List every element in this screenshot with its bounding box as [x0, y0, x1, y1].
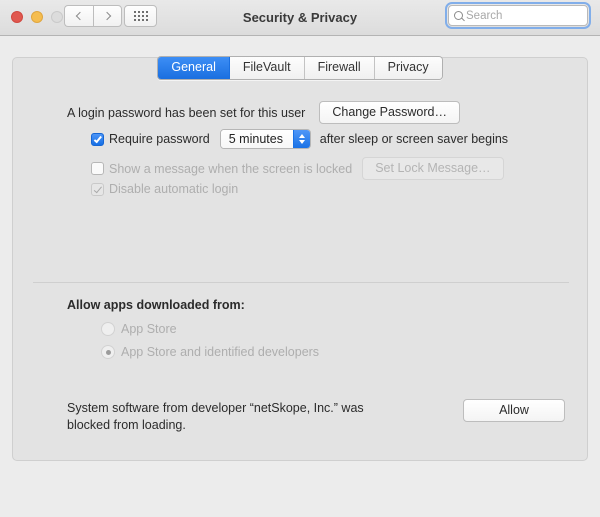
search-icon — [454, 11, 463, 20]
tab-strip: General FileVault Firewall Privacy — [157, 56, 443, 80]
show-lock-message-checkbox — [91, 162, 104, 175]
show-lock-message-label: Show a message when the screen is locked — [109, 161, 353, 176]
allow-apps-option-app-store: App Store — [101, 322, 177, 336]
tab-filevault[interactable]: FileVault — [229, 57, 305, 79]
require-password-delay-popup[interactable]: 5 minutes — [219, 129, 311, 149]
radio-selected-dot-icon — [105, 349, 111, 355]
login-password-label: A login password has been set for this u… — [67, 105, 306, 120]
blocked-software-message: System software from developer “netSkope… — [67, 401, 364, 432]
disable-auto-login-checkbox — [91, 182, 104, 196]
tab-bar: General FileVault Firewall Privacy — [0, 56, 600, 80]
allow-apps-heading-row: Allow apps downloaded from: — [67, 298, 245, 312]
section-divider — [33, 282, 569, 283]
radio-app-store — [101, 322, 115, 336]
search-input[interactable] — [466, 9, 581, 22]
window-titlebar: Security & Privacy — [0, 0, 600, 36]
radio-app-store-label: App Store — [121, 322, 177, 336]
require-password-delay-value: 5 minutes — [220, 130, 293, 148]
tab-general[interactable]: General — [158, 57, 230, 79]
tab-firewall[interactable]: Firewall — [304, 57, 375, 79]
require-password-suffix-label: after sleep or screen saver begins — [319, 132, 509, 146]
allow-apps-option-identified-developers: App Store and identified developers — [101, 345, 319, 359]
show-lock-message-row: Show a message when the screen is locked… — [91, 157, 504, 180]
security-privacy-window: Security & Privacy General FileVault Fir… — [0, 0, 600, 517]
popup-arrows-icon — [292, 130, 310, 148]
allow-button[interactable]: Allow — [463, 399, 565, 422]
require-password-checkbox[interactable] — [91, 132, 104, 146]
tab-privacy[interactable]: Privacy — [374, 57, 442, 79]
change-password-button[interactable]: Change Password… — [319, 101, 460, 124]
radio-identified-developers-label: App Store and identified developers — [121, 345, 320, 359]
require-password-label: Require password — [109, 132, 210, 146]
allow-apps-heading: Allow apps downloaded from: — [67, 298, 245, 312]
search-field-container — [445, 2, 591, 29]
search-field[interactable] — [448, 5, 588, 26]
set-lock-message-button: Set Lock Message… — [362, 157, 504, 180]
checkmark-icon — [93, 134, 102, 143]
disable-auto-login-label: Disable automatic login — [109, 182, 239, 196]
general-pane: A login password has been set for this u… — [12, 57, 588, 461]
radio-app-store-and-identified-developers — [101, 345, 115, 359]
disable-auto-login-row: Disable automatic login — [91, 182, 238, 196]
bottom-bar: Click the lock to make changes. Advanced… — [0, 470, 600, 517]
checkmark-icon — [93, 184, 102, 193]
login-password-row: A login password has been set for this u… — [67, 101, 460, 124]
require-password-row: Require password 5 minutes after sleep o… — [91, 129, 508, 149]
